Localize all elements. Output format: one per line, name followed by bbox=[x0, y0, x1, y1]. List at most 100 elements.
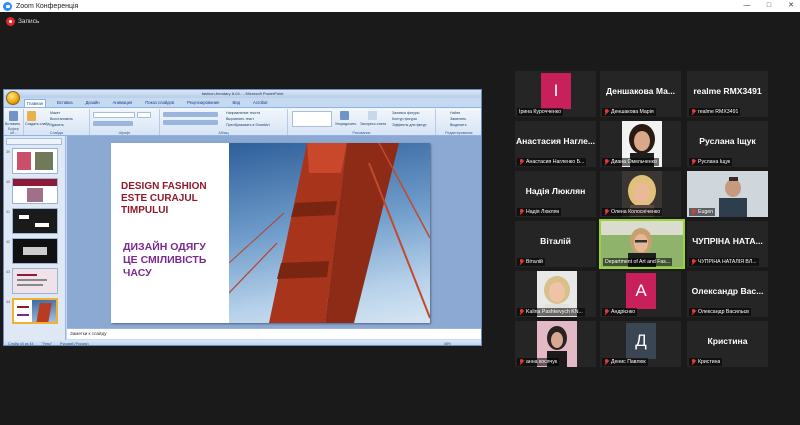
participant-name: Кристина bbox=[698, 359, 721, 365]
participant-tile[interactable]: Деншакова Ма... Деншакова Марія bbox=[599, 70, 682, 118]
ribbon-tab-design[interactable]: Дизайн bbox=[84, 99, 102, 107]
ppt-ribbon-tabs: Главная Вставка Дизайн Анимация Показ сл… bbox=[24, 99, 269, 107]
participant-name: ЧУПРІНА НАТАЛІЯ ВЛ... bbox=[698, 259, 757, 265]
participant-tile[interactable]: А Андрієнко bbox=[599, 270, 682, 318]
ribbon-tab-animation[interactable]: Анимация bbox=[111, 99, 135, 107]
participant-tile[interactable]: Віталій Віталій bbox=[514, 220, 597, 268]
ribbon-tab-home[interactable]: Главная bbox=[24, 99, 46, 107]
align-format-icons[interactable] bbox=[163, 120, 218, 125]
mic-muted-icon bbox=[519, 359, 524, 365]
ribbon-tab-insert[interactable]: Вставка bbox=[55, 99, 75, 107]
participant-name: анна косячук bbox=[526, 359, 558, 365]
participant-tile[interactable]: ЧУПРІНА НАТА... ЧУПРІНА НАТАЛІЯ ВЛ... bbox=[686, 220, 769, 268]
slide-title-line: ЧАСУ bbox=[123, 267, 152, 279]
participant-tile[interactable]: Kalina Pashkevych KN... bbox=[514, 270, 597, 318]
participant-tile[interactable]: Д Денис Павлюк bbox=[599, 320, 682, 368]
participant-name: Олена Колосніченко bbox=[611, 209, 661, 215]
mic-muted-icon bbox=[519, 209, 524, 215]
slides-group-label: Слайды bbox=[49, 131, 64, 135]
font-format-icons[interactable] bbox=[93, 121, 133, 126]
text-direction-button[interactable]: Направление текста bbox=[226, 111, 260, 115]
slide-thumbnail-39[interactable] bbox=[12, 148, 58, 174]
convert-smartart-button[interactable]: Преобразовать в SmartArt bbox=[226, 123, 270, 127]
font-name-dropdown[interactable] bbox=[93, 112, 135, 118]
ribbon-tab-acrobat[interactable]: Acrobat bbox=[251, 99, 269, 107]
participant-tile[interactable]: Надія Люклян Надія Люклян bbox=[514, 170, 597, 218]
ppt-status-bar: Слайд 44 из 44 "Углы" Русский (Россия) 4… bbox=[4, 340, 481, 346]
participant-name: Ірина Курочченко bbox=[519, 109, 561, 115]
thumb-number: 42 bbox=[6, 240, 10, 244]
participant-tile[interactable]: Диана Омельченко bbox=[599, 120, 682, 168]
participant-tile[interactable]: Олена Колосніченко bbox=[599, 170, 682, 218]
slide-thumbnail-40[interactable] bbox=[12, 178, 58, 204]
participant-name: Eugen bbox=[698, 209, 714, 215]
ribbon-tab-review[interactable]: Рецензирование bbox=[185, 99, 221, 107]
delete-slide-button[interactable]: Удалить bbox=[50, 123, 64, 127]
participant-name: Надія Люклян bbox=[526, 209, 560, 215]
participant-tile[interactable]: Кристина Кристина bbox=[686, 320, 769, 368]
participant-label: Kalina Pashkevych KN... bbox=[517, 308, 585, 316]
replace-button[interactable]: Заменить bbox=[450, 117, 466, 121]
ribbon-tab-slideshow[interactable]: Показ слайдов bbox=[143, 99, 176, 107]
shape-outline-button[interactable]: Контур фигуры bbox=[392, 117, 417, 121]
participant-tile[interactable]: Олександр Вас... Олександр Васильєв bbox=[686, 270, 769, 318]
slide-notes-pane[interactable]: Заметки к слайду bbox=[67, 328, 481, 339]
participant-tile-active-speaker[interactable]: Department of Art and Fas... bbox=[599, 219, 685, 269]
mic-muted-icon bbox=[691, 159, 696, 165]
align-text-button[interactable]: Выровнять текст bbox=[226, 117, 254, 121]
mic-muted-icon bbox=[691, 359, 696, 365]
bridge-tower-photo bbox=[229, 143, 430, 323]
participant-tile[interactable]: анна косячук bbox=[514, 320, 597, 368]
new-slide-icon[interactable] bbox=[27, 111, 36, 121]
editing-group-label: Редактирование bbox=[445, 131, 473, 135]
avatar: І bbox=[541, 73, 571, 109]
current-slide[interactable]: DESIGN FASHION ESTE CURAJUL TIMPULUI ДИЗ… bbox=[111, 143, 430, 323]
quick-styles-icon[interactable] bbox=[368, 111, 377, 120]
participant-display-name: realme RMX3491 bbox=[693, 86, 762, 96]
slide-thumbnail-41[interactable] bbox=[12, 208, 58, 234]
participant-label: Ірина Курочченко bbox=[517, 108, 563, 116]
participant-tile[interactable]: Руслана Іщук Руслана Іщук bbox=[686, 120, 769, 168]
slide-thumbnail-43[interactable] bbox=[12, 268, 58, 294]
slide-title-line: ДИЗАЙН ОДЯГУ bbox=[123, 241, 206, 253]
slides-thumbnail-pane: 39 40 41 42 43 44 bbox=[4, 136, 66, 340]
minimize-icon[interactable]: — bbox=[742, 0, 752, 12]
office-button-icon[interactable] bbox=[6, 91, 20, 105]
language-indicator: Русский (Россия) bbox=[60, 341, 89, 346]
participant-label: анна косячук bbox=[517, 358, 560, 366]
ribbon-tab-view[interactable]: Вид bbox=[230, 99, 242, 107]
participant-tile[interactable]: Eugen bbox=[686, 170, 769, 218]
participant-name: Руслана Іщук bbox=[698, 159, 731, 165]
ribbon-group-paragraph: Направление текста Выровнять текст Преоб… bbox=[160, 109, 288, 135]
thumb-number: 44 bbox=[6, 300, 10, 304]
slide-editing-area: DESIGN FASHION ESTE CURAJUL TIMPULUI ДИЗ… bbox=[67, 136, 481, 328]
close-icon[interactable]: ✕ bbox=[786, 0, 796, 12]
find-button[interactable]: Найти bbox=[450, 111, 460, 115]
paste-icon[interactable] bbox=[9, 111, 18, 121]
layout-button[interactable]: Макет bbox=[50, 111, 60, 115]
mic-muted-icon bbox=[691, 109, 696, 115]
mic-muted-icon bbox=[604, 109, 609, 115]
slide-thumbnail-42[interactable] bbox=[12, 238, 58, 264]
arrange-icon[interactable] bbox=[340, 111, 349, 120]
participant-name: Андрієнко bbox=[611, 309, 636, 315]
select-button[interactable]: Выделить bbox=[450, 123, 467, 127]
maximize-icon[interactable]: □ bbox=[764, 0, 774, 12]
slide-thumbnail-44-selected[interactable] bbox=[12, 298, 58, 324]
thumb-number: 43 bbox=[6, 270, 10, 274]
mic-muted-icon bbox=[691, 209, 696, 215]
zoom-level[interactable]: 48% bbox=[444, 342, 451, 346]
recording-indicator[interactable]: Запись bbox=[6, 17, 39, 26]
shape-fill-button[interactable]: Заливка фигуры bbox=[392, 111, 419, 115]
reset-button[interactable]: Восстановить bbox=[50, 117, 73, 121]
shapes-gallery[interactable] bbox=[292, 111, 332, 127]
participant-tile[interactable]: Анастасия Нагле... Анастасия Нагленко Б.… bbox=[514, 120, 597, 168]
participant-tile[interactable]: realme RMX3491 realme RMX3491 bbox=[686, 70, 769, 118]
participant-tile[interactable]: І Ірина Курочченко bbox=[514, 70, 597, 118]
list-format-icons[interactable] bbox=[163, 112, 218, 117]
participant-label: Віталій bbox=[517, 258, 545, 266]
notes-placeholder: Заметки к слайду bbox=[70, 331, 107, 336]
thumbnail-pane-tabs[interactable] bbox=[6, 138, 62, 145]
font-size-dropdown[interactable] bbox=[137, 112, 151, 118]
shape-effects-button[interactable]: Эффекты для фигур bbox=[392, 123, 427, 127]
